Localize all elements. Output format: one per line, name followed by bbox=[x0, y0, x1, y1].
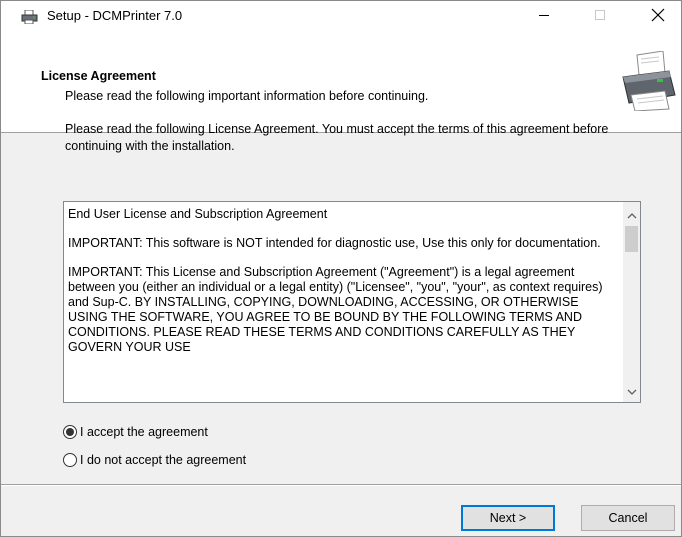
license-paragraph: IMPORTANT: This software is NOT intended… bbox=[68, 236, 601, 250]
footer-separator bbox=[1, 484, 681, 486]
printer-app-icon bbox=[21, 9, 39, 25]
close-button[interactable] bbox=[635, 1, 681, 31]
minimize-icon bbox=[538, 9, 550, 24]
license-paragraph: IMPORTANT: This License and Subscription… bbox=[68, 265, 603, 354]
chevron-up-icon bbox=[627, 208, 637, 222]
license-text: End User License and Subscription Agreem… bbox=[68, 207, 616, 369]
intro-text: Please read the following License Agreem… bbox=[65, 122, 609, 153]
radio-button-checked[interactable] bbox=[63, 425, 77, 439]
scroll-up-button[interactable] bbox=[623, 206, 640, 223]
radio-button-unchecked[interactable] bbox=[63, 453, 77, 467]
title-bar[interactable]: Setup - DCMPrinter 7.0 bbox=[1, 1, 681, 31]
printer-icon bbox=[619, 50, 677, 112]
minimize-button[interactable] bbox=[521, 1, 567, 31]
scroll-down-button[interactable] bbox=[623, 382, 640, 399]
scrollbar-thumb[interactable] bbox=[625, 226, 638, 252]
accept-label[interactable]: I accept the agreement bbox=[80, 425, 208, 439]
page-title: License Agreement bbox=[41, 69, 156, 83]
page-subtitle: Please read the following important info… bbox=[65, 89, 429, 103]
vertical-scrollbar[interactable] bbox=[623, 202, 640, 402]
decline-label[interactable]: I do not accept the agreement bbox=[80, 453, 246, 467]
cancel-button[interactable]: Cancel bbox=[581, 505, 675, 531]
license-text-box[interactable]: End User License and Subscription Agreem… bbox=[63, 201, 641, 403]
decline-agreement-radio[interactable]: I do not accept the agreement bbox=[63, 453, 246, 467]
maximize-button[interactable] bbox=[577, 1, 623, 31]
window-title: Setup - DCMPrinter 7.0 bbox=[47, 8, 183, 23]
close-icon bbox=[651, 8, 665, 25]
chevron-down-icon bbox=[627, 384, 637, 398]
next-button[interactable]: Next > bbox=[461, 505, 555, 531]
maximize-icon bbox=[594, 9, 606, 24]
accept-agreement-radio[interactable]: I accept the agreement bbox=[63, 425, 208, 439]
setup-window: Setup - DCMPrinter 7.0 License Agreement… bbox=[0, 0, 682, 537]
radio-dot bbox=[66, 428, 74, 436]
license-paragraph: End User License and Subscription Agreem… bbox=[68, 207, 328, 221]
wizard-header: License Agreement Please read the follow… bbox=[1, 31, 681, 133]
